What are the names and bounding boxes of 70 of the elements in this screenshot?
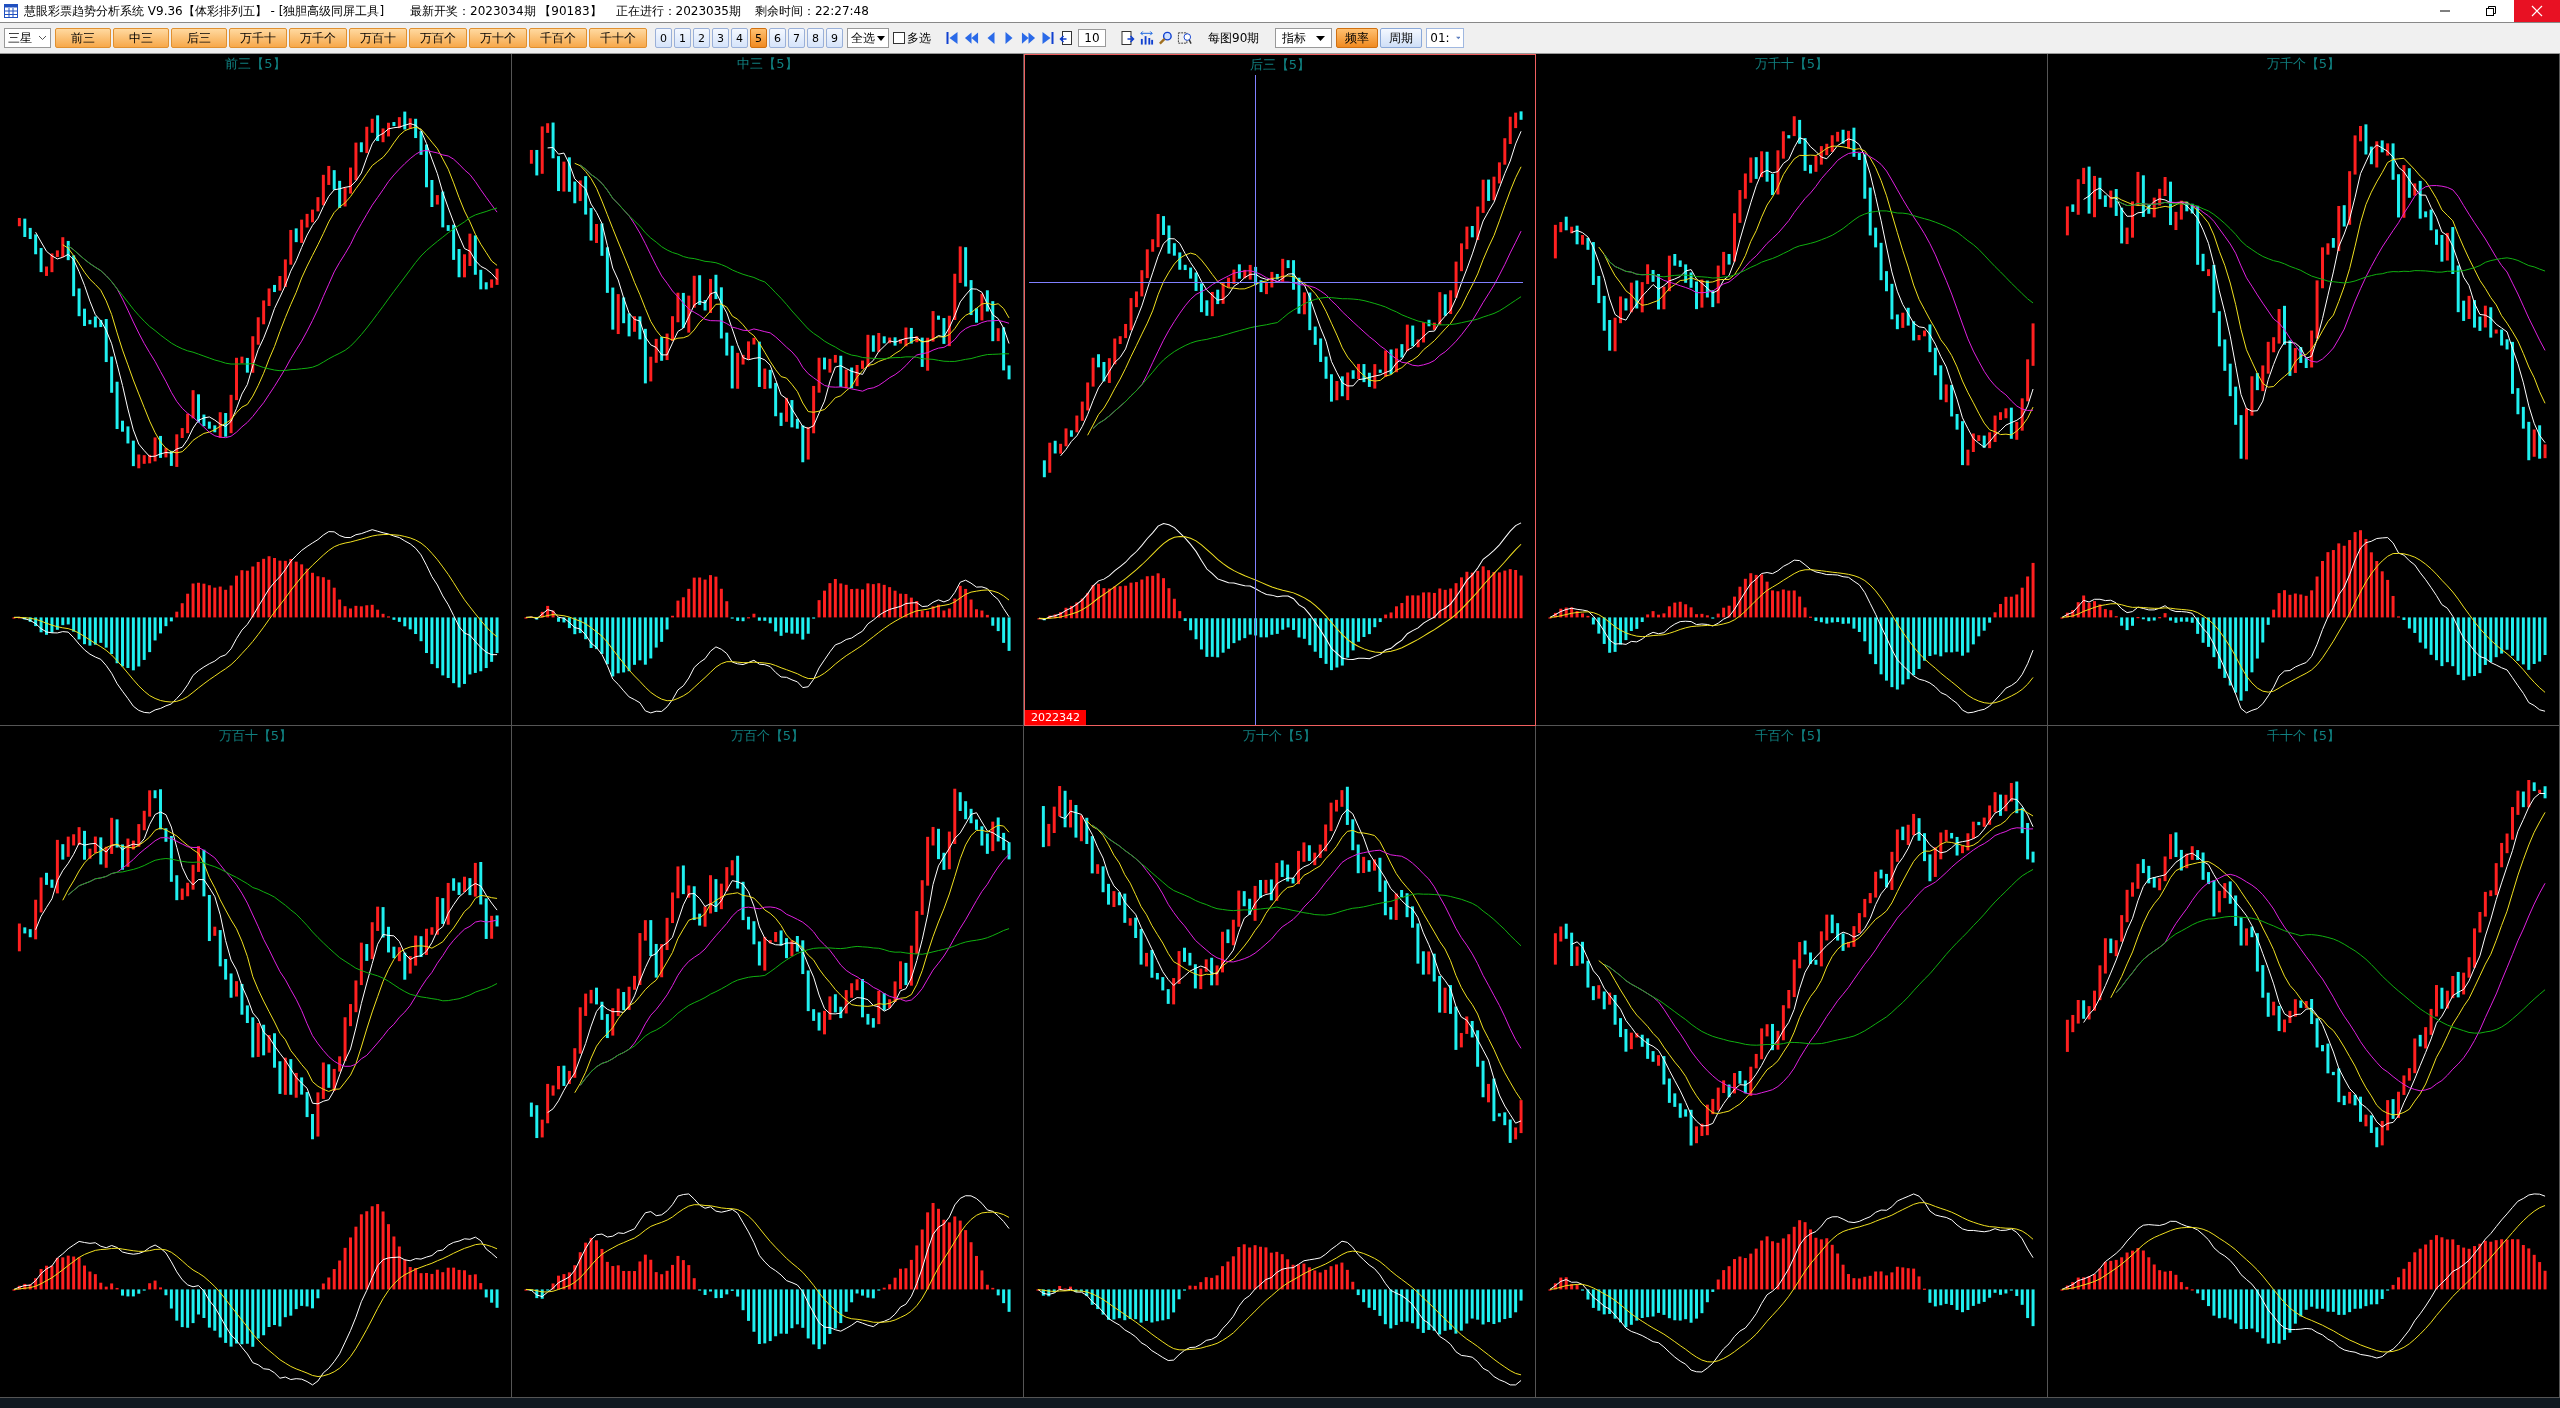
chart-panel[interactable]: 千百个【5】 (1536, 726, 2048, 1398)
remaining-time-text: 剩余时间：22:27:48 (754, 2, 869, 20)
grid-icon (4, 4, 18, 18)
digit-button[interactable]: 8 (807, 28, 824, 48)
digit-button[interactable]: 2 (693, 28, 710, 48)
panel-title: 千百个【5】 (1753, 727, 1830, 745)
caret-icon (1316, 35, 1326, 41)
bar-chart-icon[interactable] (1139, 30, 1154, 46)
group-button[interactable]: 万千十 (229, 28, 287, 48)
panel-title: 万千个【5】 (2265, 55, 2342, 73)
last-icon[interactable] (1040, 30, 1055, 46)
digit-button[interactable]: 4 (731, 28, 748, 48)
window-title: 慧眼彩票趋势分析系统 V9.36【体彩排列五】 - [独胆高级同屏工具] (24, 2, 385, 20)
chart-panel[interactable]: 万千十【5】 (1536, 54, 2048, 726)
close-icon (2531, 5, 2543, 17)
group-button[interactable]: 万十个 (469, 28, 527, 48)
chart-panel[interactable]: 前三【5】 (0, 54, 512, 726)
group-button[interactable]: 千百个 (529, 28, 587, 48)
panel-title: 万千十【5】 (1753, 55, 1830, 73)
chart-panel[interactable]: 后三【5】 2022342 (1024, 54, 1536, 726)
group-button[interactable]: 万百十 (349, 28, 407, 48)
settings-icon[interactable] (1177, 30, 1192, 46)
panel-title: 万百十【5】 (217, 727, 294, 745)
digit-button[interactable]: 0 (655, 28, 672, 48)
chart-panel[interactable]: 千十个【5】 (2048, 726, 2560, 1398)
panel-title: 万十个【5】 (1241, 727, 1318, 745)
panel-title: 千十个【5】 (2265, 727, 2342, 745)
rewind-icon[interactable] (964, 30, 979, 46)
import-icon[interactable] (1059, 30, 1074, 46)
panel-title: 万百个【5】 (729, 727, 806, 745)
first-icon[interactable] (945, 30, 960, 46)
zoom-icon[interactable] (1158, 30, 1173, 46)
periods-label: 每图90期 (1208, 29, 1260, 47)
chart-panel[interactable]: 万千个【5】 (2048, 54, 2560, 726)
caret-icon (877, 35, 885, 41)
panel-title: 中三【5】 (736, 55, 799, 73)
time-select[interactable]: 01: (1426, 28, 1465, 48)
digit-button[interactable]: 6 (769, 28, 786, 48)
digit-button[interactable]: 5 (750, 28, 767, 48)
group-button[interactable]: 万百个 (409, 28, 467, 48)
select-all-dropdown[interactable]: 全选 (847, 28, 889, 48)
digit-button[interactable]: 9 (826, 28, 843, 48)
indicator-dropdown[interactable]: 指标 (1275, 28, 1333, 48)
chart-panel[interactable]: 万百十【5】 (0, 726, 512, 1398)
caret-icon (38, 35, 47, 41)
export-icon[interactable] (1120, 30, 1135, 46)
caret-icon (1455, 36, 1461, 40)
mode-toggle[interactable]: 周期 (1380, 28, 1423, 48)
chart-panel[interactable]: 万十个【5】 (1024, 726, 1536, 1398)
multi-select-checkbox[interactable]: 多选 (893, 29, 931, 47)
group-button[interactable]: 万千个 (289, 28, 347, 48)
star-select[interactable]: 三星 (4, 28, 51, 48)
group-button[interactable]: 千十个 (589, 28, 647, 48)
group-button[interactable]: 中三 (113, 28, 169, 48)
digit-button[interactable]: 7 (788, 28, 805, 48)
mode-toggle[interactable]: 频率 (1336, 28, 1379, 48)
chart-panel[interactable]: 中三【5】 (512, 54, 1024, 726)
in-progress-text: 正在进行：2023035期 (615, 2, 741, 20)
page-size-field[interactable]: 10 (1078, 29, 1106, 47)
restore-icon (2485, 5, 2497, 17)
group-button[interactable]: 后三 (171, 28, 227, 48)
panel-title: 后三【5】 (1248, 56, 1312, 74)
digit-button[interactable]: 3 (712, 28, 729, 48)
latest-draw-text: 最新开奖：2023034期 【90183】 (410, 2, 602, 20)
fast-forward-icon[interactable] (1021, 30, 1036, 46)
chart-panel[interactable]: 万百个【5】 (512, 726, 1024, 1398)
panel-title: 前三【5】 (224, 55, 287, 73)
cursor-period-label: 2022342 (1025, 710, 1086, 725)
digit-button[interactable]: 1 (674, 28, 691, 48)
group-button[interactable]: 前三 (55, 28, 111, 48)
